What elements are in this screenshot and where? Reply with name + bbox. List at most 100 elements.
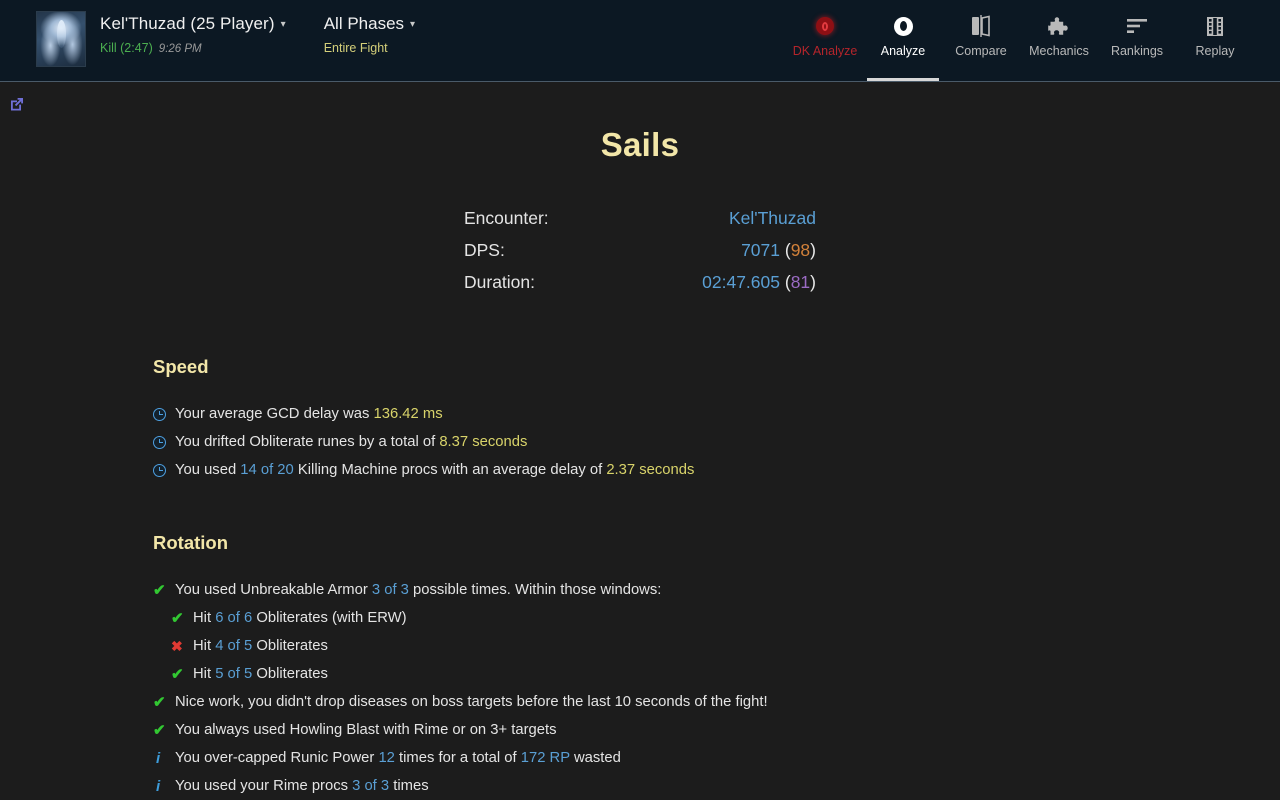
analysis-sections: Speed Your average GCD delay was 136.42 m…	[0, 356, 1280, 800]
info-icon: i	[156, 777, 161, 795]
bullet-value-part: 14 of 20	[240, 462, 294, 478]
bullet-text-part: Your average GCD delay was	[175, 406, 374, 422]
red-eye-icon	[816, 15, 834, 37]
tab-compare[interactable]: Compare	[942, 0, 1020, 81]
tab-replay[interactable]: Replay	[1176, 0, 1254, 81]
analysis-bullet: You drifted Obliterate runes by a total …	[153, 428, 1240, 456]
bullet-text-part: possible times. Within those windows:	[408, 582, 662, 598]
clock-icon	[153, 400, 175, 428]
bullet-text-part: wasted	[569, 750, 621, 766]
analysis-bullet: ✔ Hit 6 of 6 Obliterates (with ERW)	[171, 604, 1240, 632]
bullet-text-part: Killing Machine procs with an average de…	[293, 462, 607, 478]
bullet-text-part: Hit	[193, 610, 216, 626]
encounter-summary: Encounter: Kel'Thuzad DPS: 7071 (98) Duratio…	[464, 202, 816, 298]
app-root: Kel'Thuzad (25 Player) ▾ Kill (2:47) 9:26 …	[0, 0, 1280, 800]
bullet-text-part: You over-capped Runic Power	[175, 750, 379, 766]
bullet-value-part: 6 of 6	[215, 610, 253, 626]
analysis-section: Speed Your average GCD delay was 136.42 m…	[153, 356, 1240, 484]
bullet-text-part: Obliterates	[252, 638, 328, 654]
check-icon: ✔	[171, 665, 184, 683]
phase-name-dropdown[interactable]: All Phases ▾	[324, 14, 415, 34]
analysis-bullet-text: You always used Howling Blast with Rime …	[175, 716, 557, 744]
tab-rankings-label: Rankings	[1110, 44, 1164, 58]
fight-selector[interactable]: Kel'Thuzad (25 Player) ▾ Kill (2:47) 9:26 …	[0, 0, 286, 67]
tab-compare-label: Compare	[955, 44, 1007, 58]
tab-analyze[interactable]: Analyze	[864, 0, 942, 81]
analysis-bullet: ✖ Hit 4 of 5 Obliterates	[171, 632, 1240, 660]
puzzle-piece-icon	[1048, 15, 1070, 37]
analysis-bullet: ✔ You used Unbreakable Armor 3 of 3 possi…	[153, 576, 1240, 604]
summary-value-main: 7071	[741, 240, 780, 260]
summary-value: Kel'Thuzad	[614, 202, 816, 234]
bullet-text-part: times	[389, 778, 429, 794]
section-heading: Speed	[153, 356, 209, 377]
bullet-value-part: 4 of 5	[215, 638, 253, 654]
bullet-value-part: 12	[378, 750, 395, 766]
summary-value-percentile: (81)	[784, 272, 816, 292]
page-title: Sails	[600, 126, 680, 163]
summary-value: 7071 (98)	[614, 234, 816, 266]
analysis-bullet: ✔ Nice work, you didn't drop diseases on …	[153, 688, 1240, 716]
fight-result-label: Kill (2:47)	[100, 41, 153, 55]
section-bullet-list: ✔ You used Unbreakable Armor 3 of 3 possi…	[153, 576, 1240, 800]
film-strip-icon	[1206, 15, 1224, 37]
analysis-bullet-text: Your average GCD delay was 136.42 ms	[175, 400, 443, 428]
compare-panels-icon	[971, 15, 991, 37]
tab-dk-analyze[interactable]: DK Analyze	[786, 0, 864, 81]
analysis-bullet-text: Hit 5 of 5 Obliterates	[193, 660, 328, 688]
phase-selector[interactable]: All Phases ▾ Entire Fight	[324, 0, 415, 55]
bullet-text-part: You used your Rime procs	[175, 778, 353, 794]
top-header-bar: Kel'Thuzad (25 Player) ▾ Kill (2:47) 9:26 …	[0, 0, 1280, 82]
analysis-bullet-text: You drifted Obliterate runes by a total …	[175, 428, 527, 456]
fight-name-dropdown[interactable]: Kel'Thuzad (25 Player) ▾	[100, 14, 286, 34]
tab-mechanics-label: Mechanics	[1029, 44, 1089, 58]
bullet-value-part: 8.37 seconds	[439, 434, 528, 450]
tab-dk-analyze-label: DK Analyze	[792, 44, 858, 58]
summary-row: Duration: 02:47.605 (81)	[464, 266, 816, 298]
bullet-text-part: times for a total of	[394, 750, 521, 766]
tab-mechanics[interactable]: Mechanics	[1020, 0, 1098, 81]
main-nav-tabs: DK Analyze Analyze Compare Mechanics Ran…	[786, 0, 1280, 81]
summary-value: 02:47.605 (81)	[614, 266, 816, 298]
bullet-value-part: 172 RP	[520, 750, 570, 766]
bullet-value-part: 5 of 5	[215, 666, 253, 682]
white-eye-icon	[893, 15, 913, 37]
analysis-bullet: Your average GCD delay was 136.42 ms	[153, 400, 1240, 428]
bullet-text-part: Obliterates (with ERW)	[252, 610, 407, 626]
summary-key: DPS:	[464, 240, 505, 260]
summary-value-main: 02:47.605	[702, 272, 780, 292]
tab-replay-label: Replay	[1195, 44, 1235, 58]
bullet-value-part: 136.42 ms	[373, 406, 443, 422]
bullet-text-part: Hit	[193, 666, 216, 682]
phase-name-label: All Phases	[323, 14, 405, 33]
fight-name-label: Kel'Thuzad (25 Player)	[100, 14, 275, 33]
summary-key: Duration:	[464, 272, 536, 292]
bullet-text-part: You used Unbreakable Armor	[175, 582, 372, 598]
external-link-icon[interactable]	[8, 95, 26, 113]
check-icon: ✔	[153, 581, 166, 599]
analysis-bullet: i You used your Rime procs 3 of 3 times	[153, 772, 1240, 800]
clock-icon	[153, 456, 175, 484]
summary-value-main[interactable]: Kel'Thuzad	[729, 208, 816, 228]
section-bullet-list: Your average GCD delay was 136.42 ms You …	[153, 400, 1240, 484]
analysis-bullet-text: You used 14 of 20 Killing Machine procs …	[175, 456, 694, 484]
bullet-text-part: Nice work, you didn't drop diseases on b…	[175, 694, 768, 710]
bullet-text-part: Hit	[193, 638, 216, 654]
analysis-bullet: ✔ You always used Howling Blast with Rime…	[153, 716, 1240, 744]
fight-subtitle: Kill (2:47) 9:26 PM	[100, 41, 286, 55]
summary-row: DPS: 7071 (98)	[464, 234, 816, 266]
analysis-bullet-text: Hit 4 of 5 Obliterates	[193, 632, 328, 660]
bullet-text-part: You used	[175, 462, 241, 478]
analysis-bullet-text: Nice work, you didn't drop diseases on b…	[175, 688, 768, 716]
chevron-down-icon: ▾	[410, 19, 416, 30]
content-area: Sails Encounter: Kel'Thuzad DPS: 7071 (98) D…	[0, 82, 1280, 800]
clock-icon	[153, 428, 175, 456]
chevron-down-icon: ▾	[280, 19, 286, 30]
phase-subtitle: Entire Fight	[323, 41, 388, 55]
tab-rankings[interactable]: Rankings	[1098, 0, 1176, 81]
fight-time-label: 9:26 PM	[158, 43, 202, 55]
analysis-bullet-text: You over-capped Runic Power 12 times for…	[175, 744, 621, 772]
analysis-section: Rotation ✔ You used Unbreakable Armor 3 of…	[153, 532, 1240, 800]
analysis-bullet-text: You used your Rime procs 3 of 3 times	[175, 772, 429, 800]
bullet-text-part: You drifted Obliterate runes by a total …	[175, 434, 440, 450]
